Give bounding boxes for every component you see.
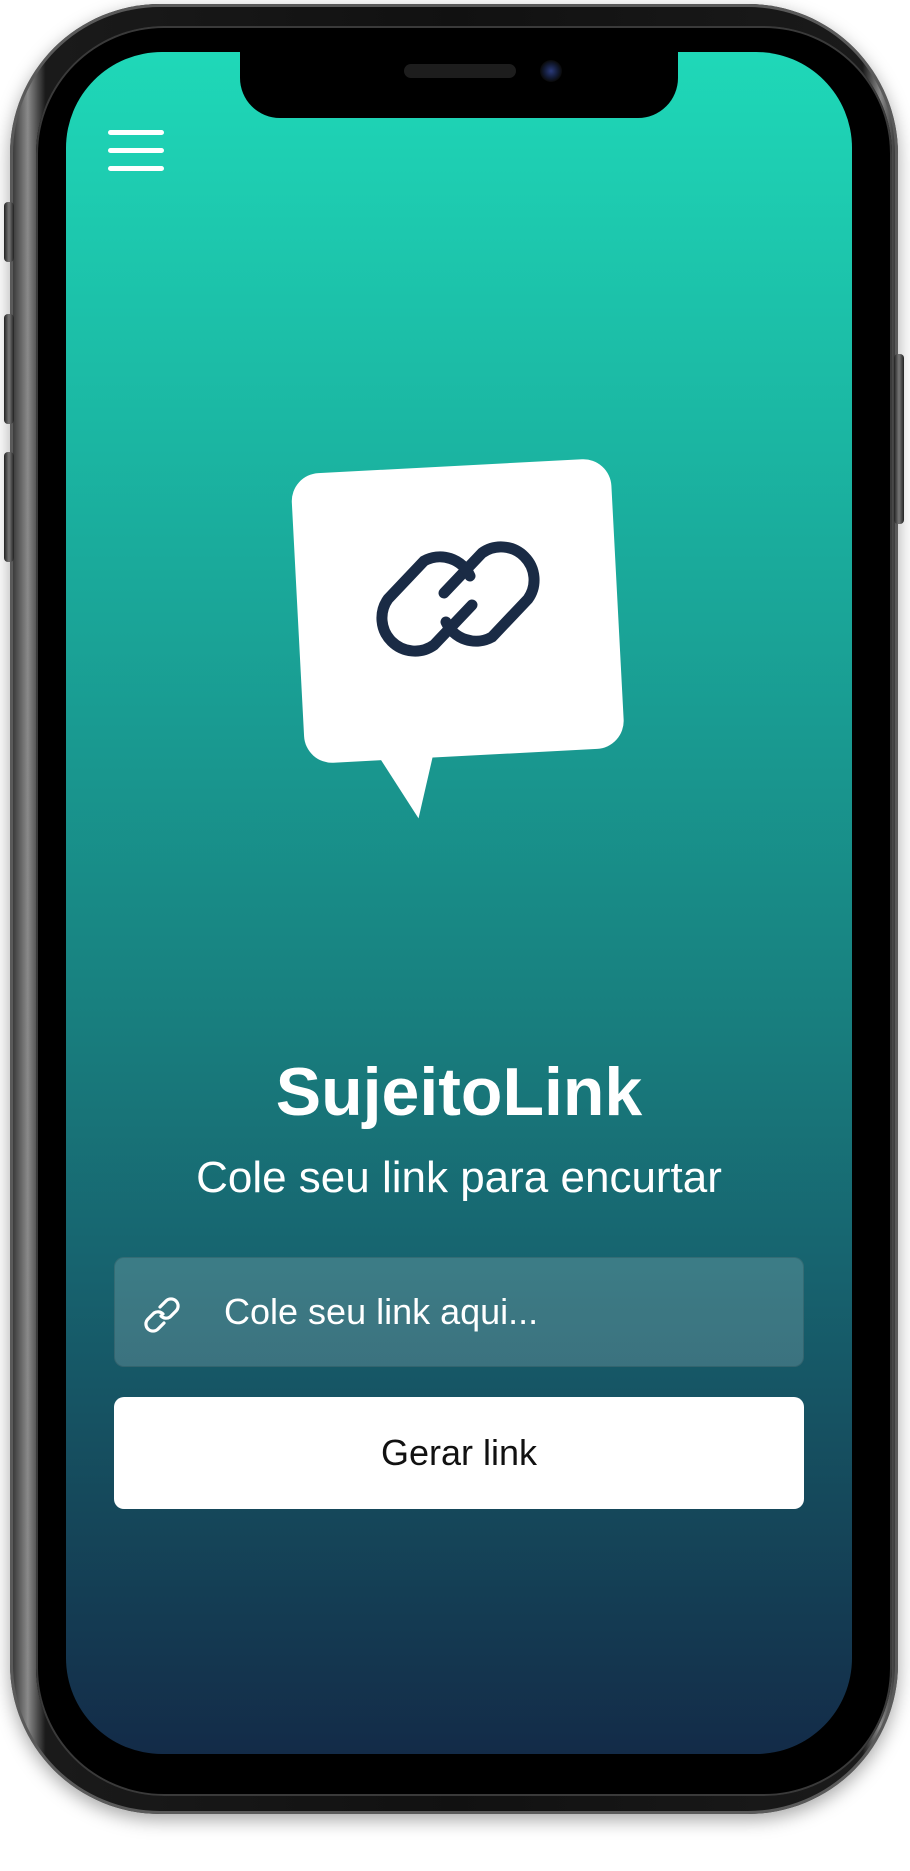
app-title: SujeitoLink — [275, 1054, 643, 1130]
notch — [240, 52, 678, 118]
link-input[interactable] — [224, 1257, 784, 1367]
volume-up-button — [4, 314, 14, 424]
speaker-grille — [404, 64, 516, 78]
app-subtitle: Cole seu link para encurtar — [196, 1153, 722, 1202]
silent-switch — [4, 202, 14, 262]
hamburger-menu-icon[interactable] — [108, 130, 164, 172]
volume-down-button — [4, 452, 14, 562]
device-mockup: SujeitoLink Cole seu link para encurtar … — [0, 0, 910, 1871]
link-icon — [144, 1297, 180, 1333]
front-camera — [540, 60, 562, 82]
app-screen: SujeitoLink Cole seu link para encurtar … — [66, 52, 852, 1754]
chat-bubble-link-icon — [291, 459, 624, 819]
power-button — [894, 354, 904, 524]
generate-link-button[interactable]: Gerar link — [114, 1397, 804, 1509]
link-input-container[interactable] — [114, 1257, 804, 1367]
